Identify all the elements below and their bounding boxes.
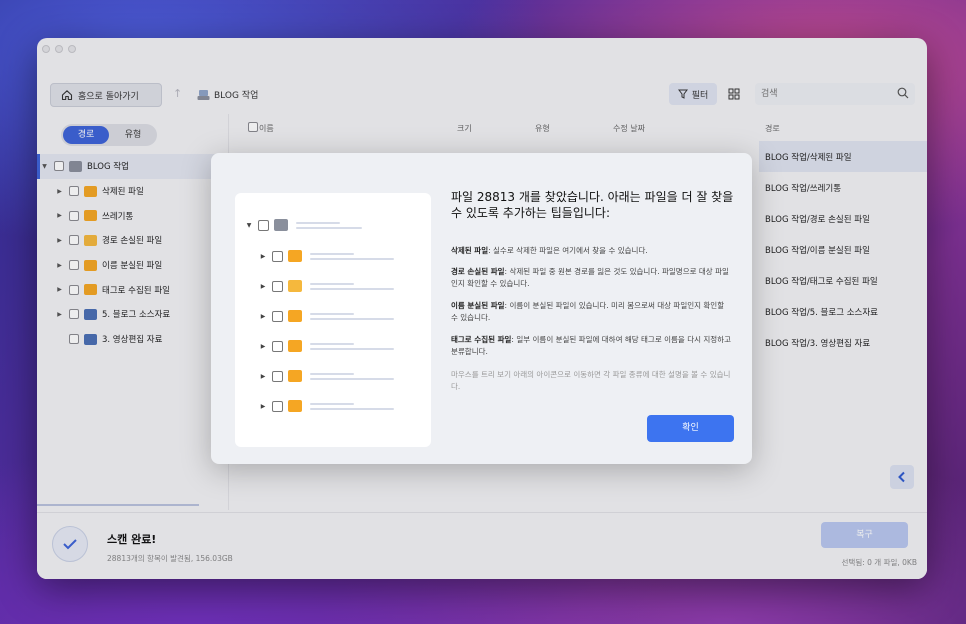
bin-icon [288, 400, 302, 412]
tag-folder-icon [288, 370, 302, 382]
lost-path-folder-icon [288, 280, 302, 292]
trash-folder-icon [288, 250, 302, 262]
illustration-root-row: ▼ [245, 218, 362, 232]
dialog-title: 파일 28813 개를 찾았습니다. 아래는 파일을 더 잘 찾을 수 있도록 … [451, 190, 734, 220]
lost-name-folder-icon [288, 340, 302, 352]
illustration-row: ▶ [259, 369, 394, 383]
illustration-row: ▶ [259, 399, 394, 413]
tip-head: 태그로 수집된 파일 [451, 335, 512, 344]
confirm-button[interactable]: 확인 [647, 415, 734, 442]
illustration-row: ▶ [259, 309, 394, 323]
illustration-row: ▶ [259, 279, 394, 293]
tip-lost-name: 이름 분실된 파일: 이름이 분실된 파일이 있습니다. 미리 봄으로써 대상 … [451, 300, 731, 324]
tip-head: 경로 손실된 파일 [451, 267, 505, 276]
illustration-row: ▶ [259, 339, 394, 353]
tips-dialog: ▼ ▶ ▶ ▶ ▶ ▶ ▶ 파일 28813 개를 찾았습니다. 아래는 파일을… [211, 153, 752, 464]
tip-hint: 마우스를 트리 보기 아래의 아이콘으로 이동하면 각 파일 종류에 대한 설명… [451, 370, 731, 391]
illustration-row: ▶ [259, 249, 394, 263]
tip-head: 이름 분실된 파일 [451, 301, 505, 310]
tree-illustration: ▼ ▶ ▶ ▶ ▶ ▶ ▶ [235, 193, 431, 447]
drive-icon [274, 219, 288, 231]
tip-body: : 실수로 삭제한 파일은 여기에서 찾을 수 있습니다. [488, 246, 648, 255]
tip-deleted: 삭제된 파일: 실수로 삭제한 파일은 여기에서 찾을 수 있습니다. [451, 245, 731, 257]
tip-lost-path: 경로 손실된 파일: 삭제된 파일 중 원본 경로를 잃은 것도 있습니다. 파… [451, 266, 731, 290]
folder-icon [288, 310, 302, 322]
tip-tagged: 태그로 수집된 파일: 일부 이름이 분실된 파일에 대하여 해당 태그로 이름… [451, 334, 731, 358]
tip-head: 삭제된 파일 [451, 246, 489, 255]
